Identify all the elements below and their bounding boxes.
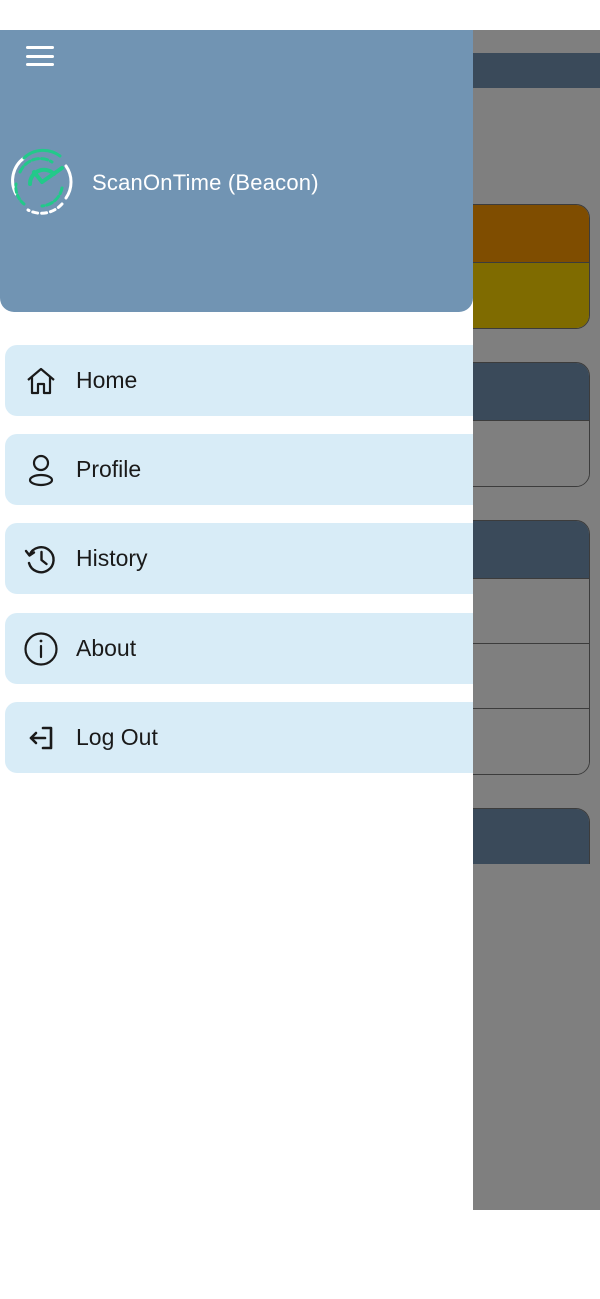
drawer-item-label: Log Out [76, 724, 158, 750]
screen: ScanOnTime (Beacon) Home Profile History… [0, 0, 600, 1299]
user-icon [22, 451, 60, 489]
drawer-item-log-out[interactable]: Log Out [5, 702, 473, 773]
hamburger-menu-icon[interactable] [26, 46, 54, 66]
info-icon [22, 630, 60, 668]
drawer-item-label: Profile [76, 456, 142, 482]
app-title: ScanOnTime (Beacon) [92, 170, 319, 195]
drawer-item-home[interactable]: Home [5, 345, 473, 416]
drawer-item-label: History [76, 545, 148, 571]
drawer-item-history[interactable]: History [5, 523, 473, 594]
drawer-item-label: Home [76, 367, 138, 393]
clock-scan-logo [11, 148, 73, 215]
drawer-item-about[interactable]: About [5, 613, 473, 684]
navigation-drawer: ScanOnTime (Beacon) Home Profile History… [0, 30, 473, 1210]
drawer-item-profile[interactable]: Profile [5, 434, 473, 505]
background-top-bar [473, 53, 600, 88]
drawer-item-label: About [76, 635, 137, 661]
drawer-header: ScanOnTime (Beacon) [0, 30, 473, 312]
history-icon [22, 540, 60, 578]
logout-icon [22, 719, 60, 757]
home-icon [22, 362, 60, 400]
